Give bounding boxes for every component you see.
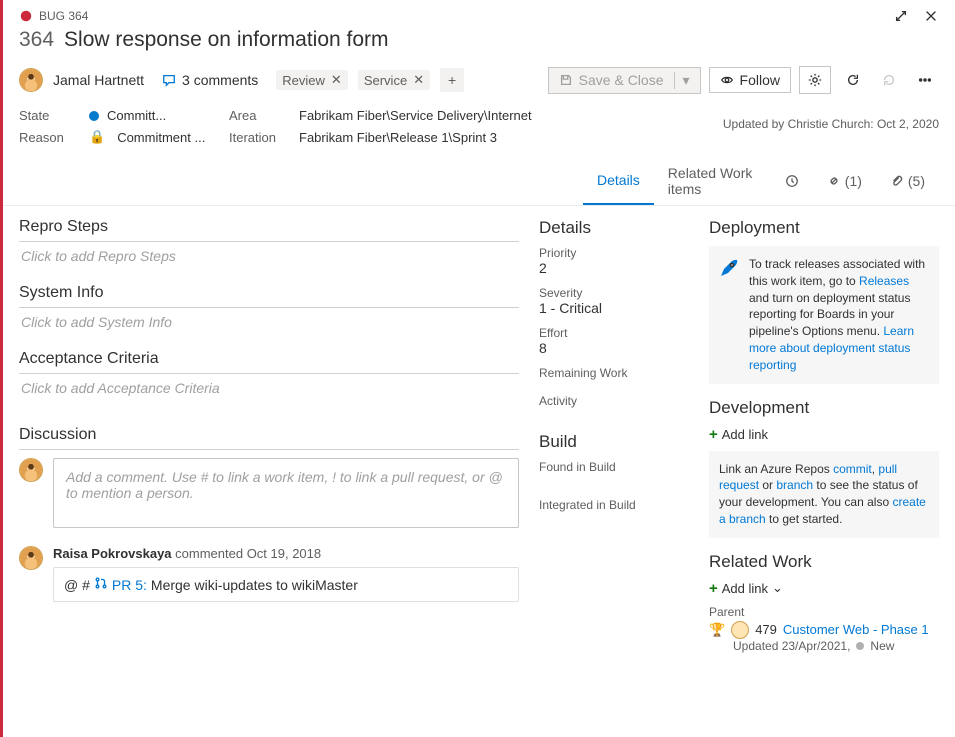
state-label: State xyxy=(19,108,89,123)
details-section-title: Details xyxy=(539,218,689,238)
comment-content: @ # PR 5: Merge wiki-updates to wikiMast… xyxy=(53,567,519,602)
assignee-avatar[interactable] xyxy=(19,68,43,92)
acceptance-title: Acceptance Criteria xyxy=(19,350,519,368)
repro-steps-input[interactable]: Click to add Repro Steps xyxy=(19,248,519,284)
item-type: BUG xyxy=(39,9,65,23)
close-icon[interactable] xyxy=(923,8,939,24)
priority-label: Priority xyxy=(539,246,689,260)
area-label: Area xyxy=(229,108,299,123)
refresh-button[interactable] xyxy=(839,66,867,94)
effort-label: Effort xyxy=(539,326,689,340)
related-work-title: Related Work xyxy=(709,552,939,572)
related-avatar xyxy=(731,621,749,639)
follow-button[interactable]: Follow xyxy=(709,67,791,93)
tag-remove-icon[interactable]: ✕ xyxy=(331,72,342,88)
development-title: Development xyxy=(709,398,939,418)
item-id: 364 xyxy=(19,28,54,52)
releases-link[interactable]: Releases xyxy=(859,274,909,288)
system-info-input[interactable]: Click to add System Info xyxy=(19,314,519,350)
pull-request-icon xyxy=(94,576,108,593)
severity-label: Severity xyxy=(539,286,689,300)
deployment-info: To track releases associated with this w… xyxy=(709,246,939,384)
effort-value[interactable]: 8 xyxy=(539,340,689,356)
epic-icon: 🏆 xyxy=(709,622,725,638)
build-section-title: Build xyxy=(539,432,689,452)
system-info-title: System Info xyxy=(19,284,519,302)
related-updated: Updated 23/Apr/2021, xyxy=(733,639,850,653)
comment-date: commented Oct 19, 2018 xyxy=(175,546,321,561)
tag-remove-icon[interactable]: ✕ xyxy=(413,72,424,88)
item-id-small: 364 xyxy=(68,9,88,23)
reason-label: Reason xyxy=(19,130,89,145)
acceptance-input[interactable]: Click to add Acceptance Criteria xyxy=(19,380,519,416)
remaining-work-label[interactable]: Remaining Work xyxy=(539,366,689,380)
severity-value[interactable]: 1 - Critical xyxy=(539,300,689,316)
development-info: Link an Azure Repos commit, pull request… xyxy=(709,451,939,538)
save-close-button: Save & Close ▾ xyxy=(548,67,701,94)
undo-button xyxy=(875,66,903,94)
activity-label[interactable]: Activity xyxy=(539,394,689,408)
commit-link[interactable]: commit xyxy=(833,462,872,476)
add-link-development[interactable]: +Add link xyxy=(709,426,939,443)
add-tag-button[interactable]: + xyxy=(440,68,464,92)
integrated-in-build-label[interactable]: Integrated in Build xyxy=(539,498,689,512)
tab-details[interactable]: Details xyxy=(583,157,654,205)
item-title[interactable]: Slow response on information form xyxy=(64,28,389,52)
comments-link[interactable]: 3 comments xyxy=(162,72,258,88)
iteration-value[interactable]: Fabrikam Fiber\Release 1\Sprint 3 xyxy=(299,130,497,145)
lock-icon: 🔒 xyxy=(89,129,105,145)
iteration-label: Iteration xyxy=(229,130,299,145)
updated-by-text: Updated by Christie Church: Oct 2, 2020 xyxy=(723,117,939,131)
comment-author-avatar xyxy=(19,546,43,570)
related-item-link[interactable]: Customer Web - Phase 1 xyxy=(783,622,929,637)
related-status: New xyxy=(870,639,894,653)
pr-link[interactable]: PR 5: xyxy=(112,577,147,593)
assignee-name[interactable]: Jamal Hartnett xyxy=(53,72,144,88)
reason-value[interactable]: 🔒Commitment ... xyxy=(89,129,229,145)
comments-count: 3 comments xyxy=(182,72,258,88)
discussion-title: Discussion xyxy=(19,426,519,444)
priority-value[interactable]: 2 xyxy=(539,260,689,276)
settings-button[interactable] xyxy=(799,66,831,94)
comment-input[interactable]: Add a comment. Use # to link a work item… xyxy=(53,458,519,528)
chevron-down-icon[interactable]: ⌄ xyxy=(772,580,783,596)
current-user-avatar xyxy=(19,458,43,482)
bug-icon xyxy=(19,9,33,23)
tab-links[interactable]: (1) xyxy=(813,157,876,205)
tag-service[interactable]: Service✕ xyxy=(358,70,430,90)
related-id: 479 xyxy=(755,622,777,637)
area-value[interactable]: Fabrikam Fiber\Service Delivery\Internet xyxy=(299,108,532,123)
more-actions-button[interactable] xyxy=(911,66,939,94)
found-in-build-label[interactable]: Found in Build xyxy=(539,460,689,474)
rocket-icon xyxy=(717,256,741,280)
tab-attachments[interactable]: (5) xyxy=(876,157,939,205)
repro-steps-title: Repro Steps xyxy=(19,218,519,236)
tab-history[interactable] xyxy=(771,157,813,205)
branch-link[interactable]: branch xyxy=(776,478,813,492)
state-value[interactable]: Committ... xyxy=(89,108,229,123)
tab-related[interactable]: Related Work items xyxy=(654,157,771,205)
parent-label: Parent xyxy=(709,605,939,619)
comment-author: Raisa Pokrovskaya xyxy=(53,546,172,561)
expand-icon[interactable] xyxy=(893,8,909,24)
tag-review[interactable]: Review✕ xyxy=(276,70,348,90)
add-link-related[interactable]: +Add link ⌄ xyxy=(709,580,939,597)
deployment-title: Deployment xyxy=(709,218,939,238)
status-dot-icon xyxy=(856,642,864,650)
chevron-down-icon: ▾ xyxy=(674,72,690,89)
